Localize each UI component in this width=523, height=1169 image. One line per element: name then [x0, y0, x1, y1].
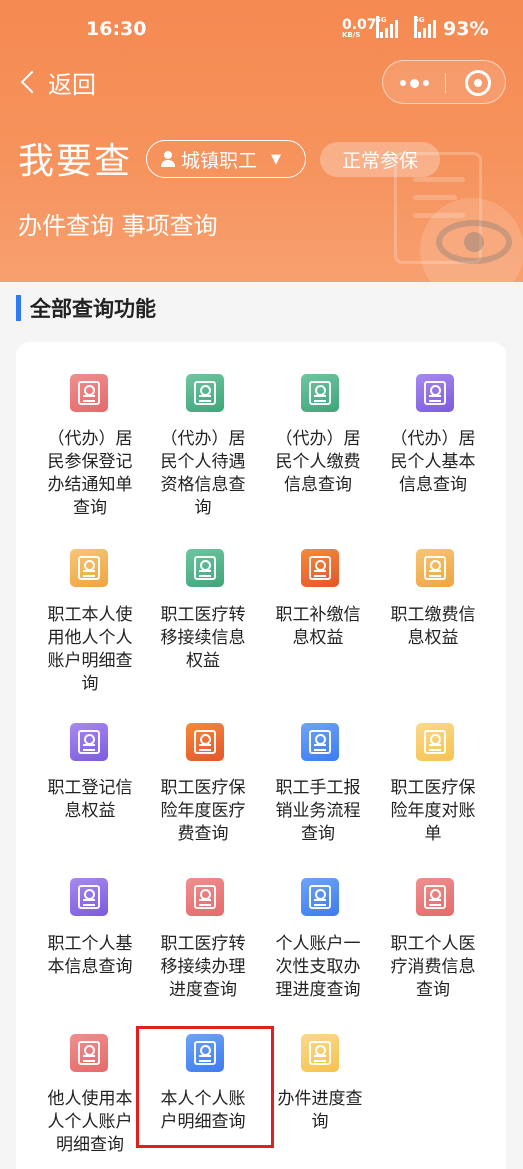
payment-badge-icon	[416, 549, 454, 587]
more-button[interactable]	[383, 61, 445, 105]
function-item-label: 职工手工报销业务流程查询	[275, 778, 361, 844]
close-target-button[interactable]	[465, 70, 491, 96]
function-item-label: 职工医疗转移接续信息权益	[160, 605, 246, 671]
supplement-payment-icon	[301, 549, 339, 587]
back-label: 返回	[48, 70, 96, 99]
insurance-type-label: 城镇职工	[181, 149, 258, 172]
function-item-label: （代办）居民参保登记办结通知单查询	[47, 429, 133, 518]
status-bar: 16:30 0.07 KB/S 5G 5G 93%	[0, 0, 523, 58]
eye-decoration-icon	[436, 220, 512, 264]
insurance-type-select[interactable]: 城镇职工 ▼	[146, 140, 306, 178]
search-ledger-icon	[70, 1034, 108, 1072]
section-title: 全部查询功能	[30, 297, 156, 321]
page-title: 我要查	[18, 141, 133, 182]
function-item-label: 职工缴费信息权益	[390, 605, 476, 648]
chevron-left-icon	[20, 70, 44, 94]
capsule-divider	[445, 73, 446, 93]
search-consumption-icon	[416, 878, 454, 916]
network-speed: 0.07 KB/S	[342, 17, 377, 39]
status-time: 16:30	[86, 18, 147, 40]
signal-icon: 5G	[414, 16, 438, 38]
transfer-badge-icon	[186, 549, 224, 587]
search-profile-icon	[70, 878, 108, 916]
function-item-label: 职工个人医疗消费信息查询	[390, 934, 476, 1000]
battery-level: 93%	[443, 18, 489, 40]
function-item-label: 个人账户一次性支取办理进度查询	[275, 934, 361, 1000]
search-profile-icon	[416, 374, 454, 412]
function-item-label: （代办）居民个人待遇资格信息查询	[160, 429, 246, 518]
function-item-label: 办件进度查询	[277, 1089, 363, 1132]
dot-icon	[399, 80, 406, 86]
search-certificate-icon	[186, 374, 224, 412]
medical-shield-icon	[186, 723, 224, 761]
function-item-label: 职工补缴信息权益	[275, 605, 361, 648]
search-transfer-icon	[186, 878, 224, 916]
function-item-label: 职工登记信息权益	[47, 778, 133, 821]
back-button[interactable]: 返回	[18, 66, 96, 99]
voice-notice-icon	[70, 374, 108, 412]
status-badge: 正常参保	[320, 142, 440, 177]
highlight-box	[136, 1026, 274, 1148]
star-registration-icon	[70, 723, 108, 761]
dot-icon	[409, 78, 419, 88]
triangle-down-icon: ▼	[271, 151, 282, 167]
function-item-label: 职工医疗转移接续办理进度查询	[160, 934, 246, 1000]
search-payment-icon	[301, 374, 339, 412]
section-header: 全部查询功能	[16, 292, 156, 324]
function-item-label: 职工医疗保险年度医疗费查询	[160, 778, 246, 844]
function-item-label: 职工医疗保险年度对账单	[390, 778, 476, 844]
progress-clipboard-icon	[301, 1034, 339, 1072]
section-accent-bar	[16, 295, 21, 321]
search-withdraw-icon	[301, 878, 339, 916]
function-item-label: 职工个人基本信息查询	[47, 934, 133, 977]
signal-icon: 5G	[376, 16, 400, 38]
mini-program-capsule	[382, 60, 506, 104]
header: 16:30 0.07 KB/S 5G 5G 93% 返回 我要查 城镇职工 ▼ …	[0, 0, 523, 282]
function-item-label: 他人使用本人个人账户明细查询	[47, 1089, 133, 1155]
search-workflow-icon	[301, 723, 339, 761]
annual-statement-icon	[416, 723, 454, 761]
function-item-label: （代办）居民个人基本信息查询	[390, 429, 476, 495]
page-subtitle: 办件查询 事项查询	[18, 212, 218, 240]
user-icon	[159, 150, 177, 168]
dot-icon	[422, 80, 429, 86]
search-ledger-icon	[70, 549, 108, 587]
function-item-label: （代办）居民个人缴费信息查询	[275, 429, 361, 495]
function-item-label: 职工本人使用他人个人账户明细查询	[47, 605, 133, 694]
